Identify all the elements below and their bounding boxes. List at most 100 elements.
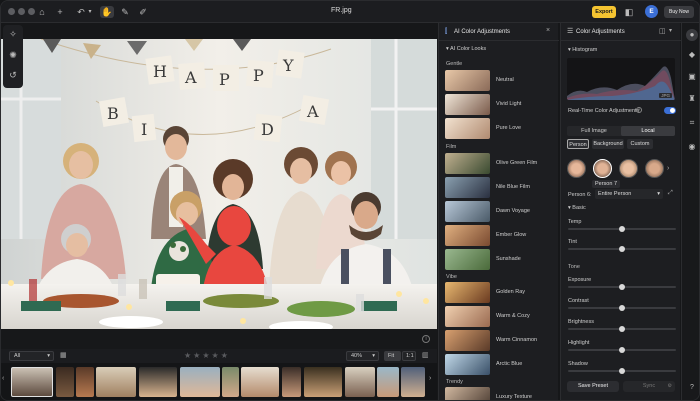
look-label: Warm Cinnamon: [496, 337, 538, 343]
left-tool-palette: ✧ ✺ ↺: [3, 25, 23, 88]
person-scope-select[interactable]: Entire Person ▾: [595, 189, 663, 199]
face-thumb-2[interactable]: [593, 159, 612, 178]
look-pure-love[interactable]: Pure Love: [445, 118, 553, 139]
filmstrip-thumb-5[interactable]: [139, 367, 177, 397]
basic-header[interactable]: ▾ Basic: [568, 205, 586, 211]
look-thumb: [445, 330, 490, 351]
tone-header: Tone: [568, 264, 580, 270]
close-icon[interactable]: ×: [546, 27, 550, 34]
settings-icon[interactable]: ✺: [7, 49, 19, 61]
slider-knob[interactable]: [619, 305, 625, 311]
chevron-right-icon[interactable]: ›: [667, 165, 669, 172]
histogram-header[interactable]: ▾ Histogram: [568, 47, 597, 53]
home-icon[interactable]: ⌂: [36, 6, 48, 18]
help-icon[interactable]: ?: [636, 107, 642, 113]
chevron-left-icon[interactable]: ‹: [2, 375, 4, 382]
filmstrip-thumb-9[interactable]: [282, 367, 301, 397]
tab-full-image[interactable]: Full Image: [567, 126, 621, 136]
heal-tool-icon[interactable]: ✎: [119, 6, 131, 18]
look-olive-green-film[interactable]: Olive Green Film: [445, 153, 553, 174]
buy-now-button[interactable]: Buy Now: [664, 6, 694, 18]
scope-tabs: Full Image Local: [567, 126, 675, 136]
split-view-icon[interactable]: ▥: [422, 351, 429, 359]
filter-select[interactable]: All ▾: [9, 351, 54, 361]
look-arctic-blue[interactable]: Arctic Blue: [445, 354, 553, 375]
slider-knob[interactable]: [619, 226, 625, 232]
close-window-button[interactable]: [8, 8, 15, 15]
filmstrip-thumb-8[interactable]: [241, 367, 279, 397]
look-warm-cozy[interactable]: Warm & Cozy: [445, 306, 553, 327]
face-thumb-1[interactable]: [567, 159, 586, 178]
avatar[interactable]: E: [645, 5, 658, 18]
look-luxury-texture[interactable]: Luxury Texture: [445, 387, 553, 400]
look-ember-glow[interactable]: Ember Glow: [445, 225, 553, 246]
zoom-select[interactable]: 40% ▾: [346, 351, 379, 361]
chevron-right-icon[interactable]: ›: [429, 375, 431, 382]
filmstrip-thumb-11[interactable]: [345, 367, 375, 397]
svg-text:A: A: [184, 68, 197, 87]
camera-icon[interactable]: ◉: [686, 141, 698, 153]
zoom-value: 40%: [351, 353, 363, 359]
sync-button[interactable]: Sync ⚙: [623, 381, 675, 392]
look-nile-blue-film[interactable]: Nile Blue Film: [445, 177, 553, 198]
layers-icon[interactable]: ▣: [686, 71, 698, 83]
slider-knob[interactable]: [619, 326, 625, 332]
fit-button[interactable]: Fit: [384, 351, 401, 361]
ai-enhance-icon[interactable]: ✧: [7, 28, 19, 40]
main-photo[interactable]: H A P P Y B I D A: [1, 39, 437, 329]
save-preset-button[interactable]: Save Preset: [567, 381, 619, 392]
one-to-one-button[interactable]: 1:1: [402, 351, 416, 361]
basic-label: Basic: [572, 205, 586, 211]
shirt-icon[interactable]: ♜: [686, 93, 698, 105]
chat-icon[interactable]: ●: [686, 29, 698, 41]
ai-looks-header[interactable]: ▾ AI Color Looks: [446, 46, 486, 52]
filmstrip-thumb-4[interactable]: [96, 367, 136, 397]
filmstrip-thumb-13[interactable]: [401, 367, 425, 397]
history-icon[interactable]: ↺: [7, 69, 19, 81]
rating-stars[interactable]: ★★★★★: [184, 351, 230, 360]
slider-knob[interactable]: [619, 246, 625, 252]
face-thumb-3[interactable]: [619, 159, 638, 178]
filmstrip-thumb-12[interactable]: [377, 367, 399, 397]
export-button[interactable]: Export: [592, 6, 616, 18]
slider-knob[interactable]: [619, 368, 625, 374]
filmstrip-thumb-10[interactable]: [304, 367, 342, 397]
crop-icon[interactable]: ⌗: [686, 117, 698, 129]
plus-icon[interactable]: +: [54, 6, 66, 18]
chevron-down-icon[interactable]: ▾: [669, 27, 672, 34]
filmstrip-thumb-2[interactable]: [56, 367, 74, 397]
undo-chevron-icon[interactable]: ▾: [84, 6, 96, 18]
chip-person[interactable]: Person: [567, 139, 589, 149]
filmstrip-thumb-3[interactable]: [76, 367, 94, 397]
look-golden-ray[interactable]: Golden Ray: [445, 282, 553, 303]
slider-knob[interactable]: [619, 347, 625, 353]
minimize-window-button[interactable]: [18, 8, 25, 15]
look-neutral[interactable]: Neutral: [445, 70, 553, 91]
look-sunshade[interactable]: Sunshade: [445, 249, 553, 270]
sync-settings-icon[interactable]: ⚙: [668, 381, 672, 392]
look-warm-cinnamon[interactable]: Warm Cinnamon: [445, 330, 553, 351]
grid-view-icon[interactable]: ▦: [60, 351, 70, 361]
slider-label: Shadow: [568, 361, 588, 367]
zoom-window-button[interactable]: [28, 8, 35, 15]
slider-knob[interactable]: [619, 284, 625, 290]
local-type-chips: Person Background Custom: [567, 139, 675, 149]
hand-tool-icon[interactable]: ✋: [100, 6, 114, 18]
help-icon[interactable]: ?: [686, 382, 698, 394]
info-icon[interactable]: i: [422, 335, 430, 343]
face-thumb-4[interactable]: [645, 159, 664, 178]
edit-mask-icon[interactable]: ⤢: [668, 190, 673, 197]
look-vivid-light[interactable]: Vivid Light: [445, 94, 553, 115]
drop-icon[interactable]: ◆: [686, 49, 698, 61]
chip-background[interactable]: Background: [592, 139, 624, 149]
filmstrip-thumb-6[interactable]: [180, 367, 220, 397]
chip-custom[interactable]: Custom: [627, 139, 653, 149]
filmstrip-thumb-1[interactable]: [11, 367, 53, 397]
brush-tool-icon[interactable]: ✐: [137, 6, 149, 18]
panel-layout-icon[interactable]: ◫: [659, 27, 666, 35]
filmstrip-thumb-7[interactable]: [222, 367, 239, 397]
realtime-toggle[interactable]: [664, 107, 676, 114]
look-dawn-voyage[interactable]: Dawn Voyage: [445, 201, 553, 222]
compare-icon[interactable]: ◧: [623, 6, 635, 18]
tab-local[interactable]: Local: [621, 126, 675, 136]
